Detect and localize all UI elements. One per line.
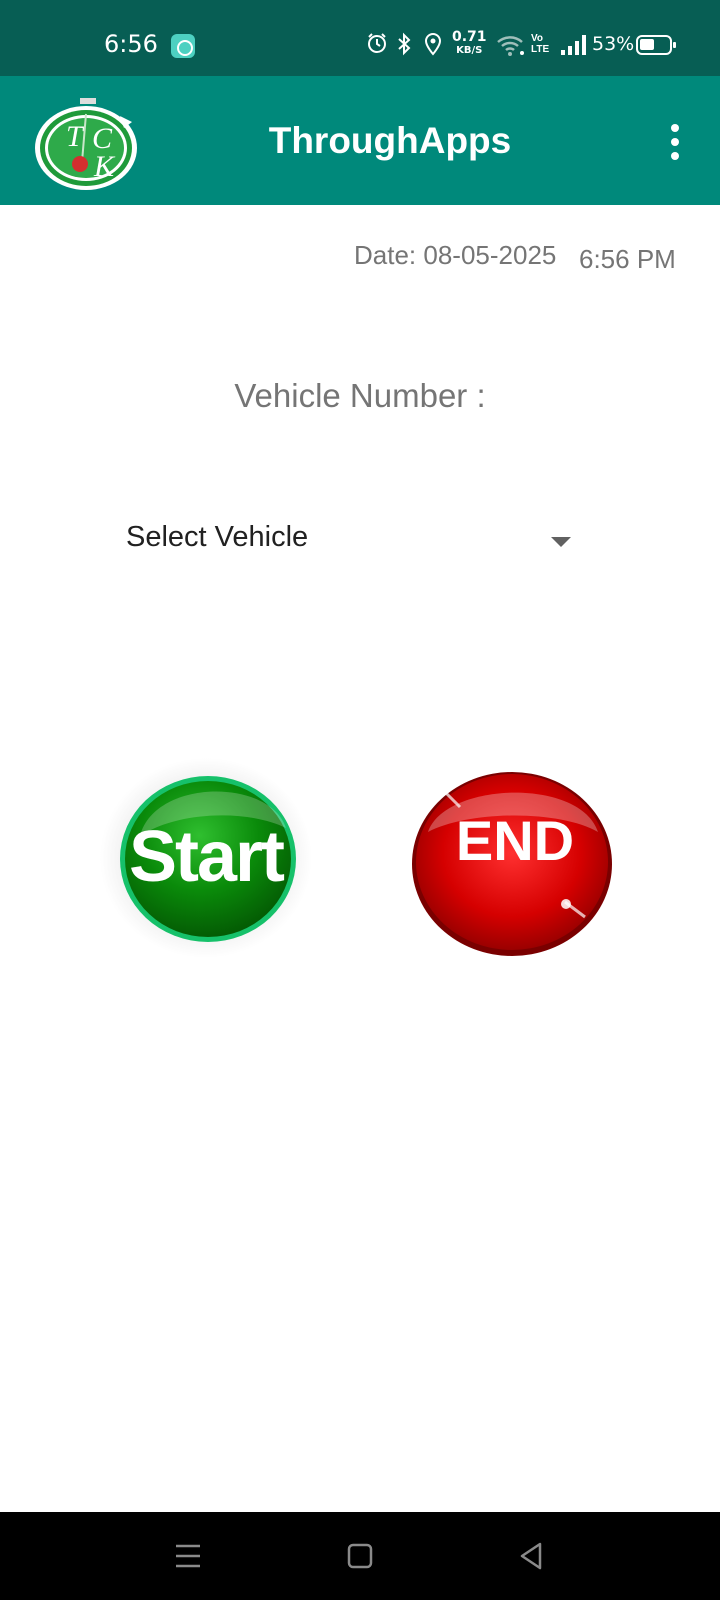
battery-icon bbox=[636, 35, 676, 55]
more-vert-icon[interactable] bbox=[660, 120, 690, 164]
speed-value: 0.71 bbox=[452, 29, 487, 45]
date-text: Date: 08-05-2025 bbox=[354, 240, 557, 270]
volte-indicator: Vo LTE bbox=[531, 33, 549, 55]
status-bar: 6:56 0.71 KB/S Vo LTE 53% bbox=[0, 0, 720, 76]
start-button[interactable]: Start bbox=[100, 758, 312, 958]
volte-bottom: LTE bbox=[531, 44, 550, 55]
location-icon bbox=[424, 33, 442, 56]
bluetooth-icon bbox=[398, 32, 411, 56]
wifi-icon bbox=[497, 36, 524, 56]
home-icon[interactable] bbox=[338, 1534, 382, 1578]
battery-percent: 53% bbox=[592, 33, 635, 55]
end-button[interactable]: END bbox=[400, 752, 630, 968]
vehicle-number-label: Vehicle Number : bbox=[234, 377, 486, 414]
app-notification-icon bbox=[171, 34, 195, 58]
app-title: ThroughApps bbox=[268, 120, 512, 161]
time-text: 6:56 PM bbox=[579, 244, 676, 274]
network-speed: 0.71 KB/S bbox=[452, 29, 487, 57]
back-icon[interactable] bbox=[510, 1534, 554, 1578]
end-button-label: END bbox=[455, 809, 575, 872]
dropdown-arrow-icon bbox=[551, 537, 571, 547]
vehicle-select[interactable]: Select Vehicle bbox=[112, 505, 592, 575]
volte-top: Vo bbox=[531, 33, 544, 44]
alarm-icon bbox=[368, 33, 386, 53]
speed-unit: KB/S bbox=[456, 45, 483, 56]
navigation-bar bbox=[0, 1512, 720, 1600]
recents-icon[interactable] bbox=[166, 1534, 210, 1578]
status-time: 6:56 bbox=[104, 30, 158, 58]
start-button-label: Start bbox=[128, 817, 285, 897]
vehicle-select-value: Select Vehicle bbox=[126, 521, 309, 553]
signal-icon bbox=[561, 35, 586, 55]
